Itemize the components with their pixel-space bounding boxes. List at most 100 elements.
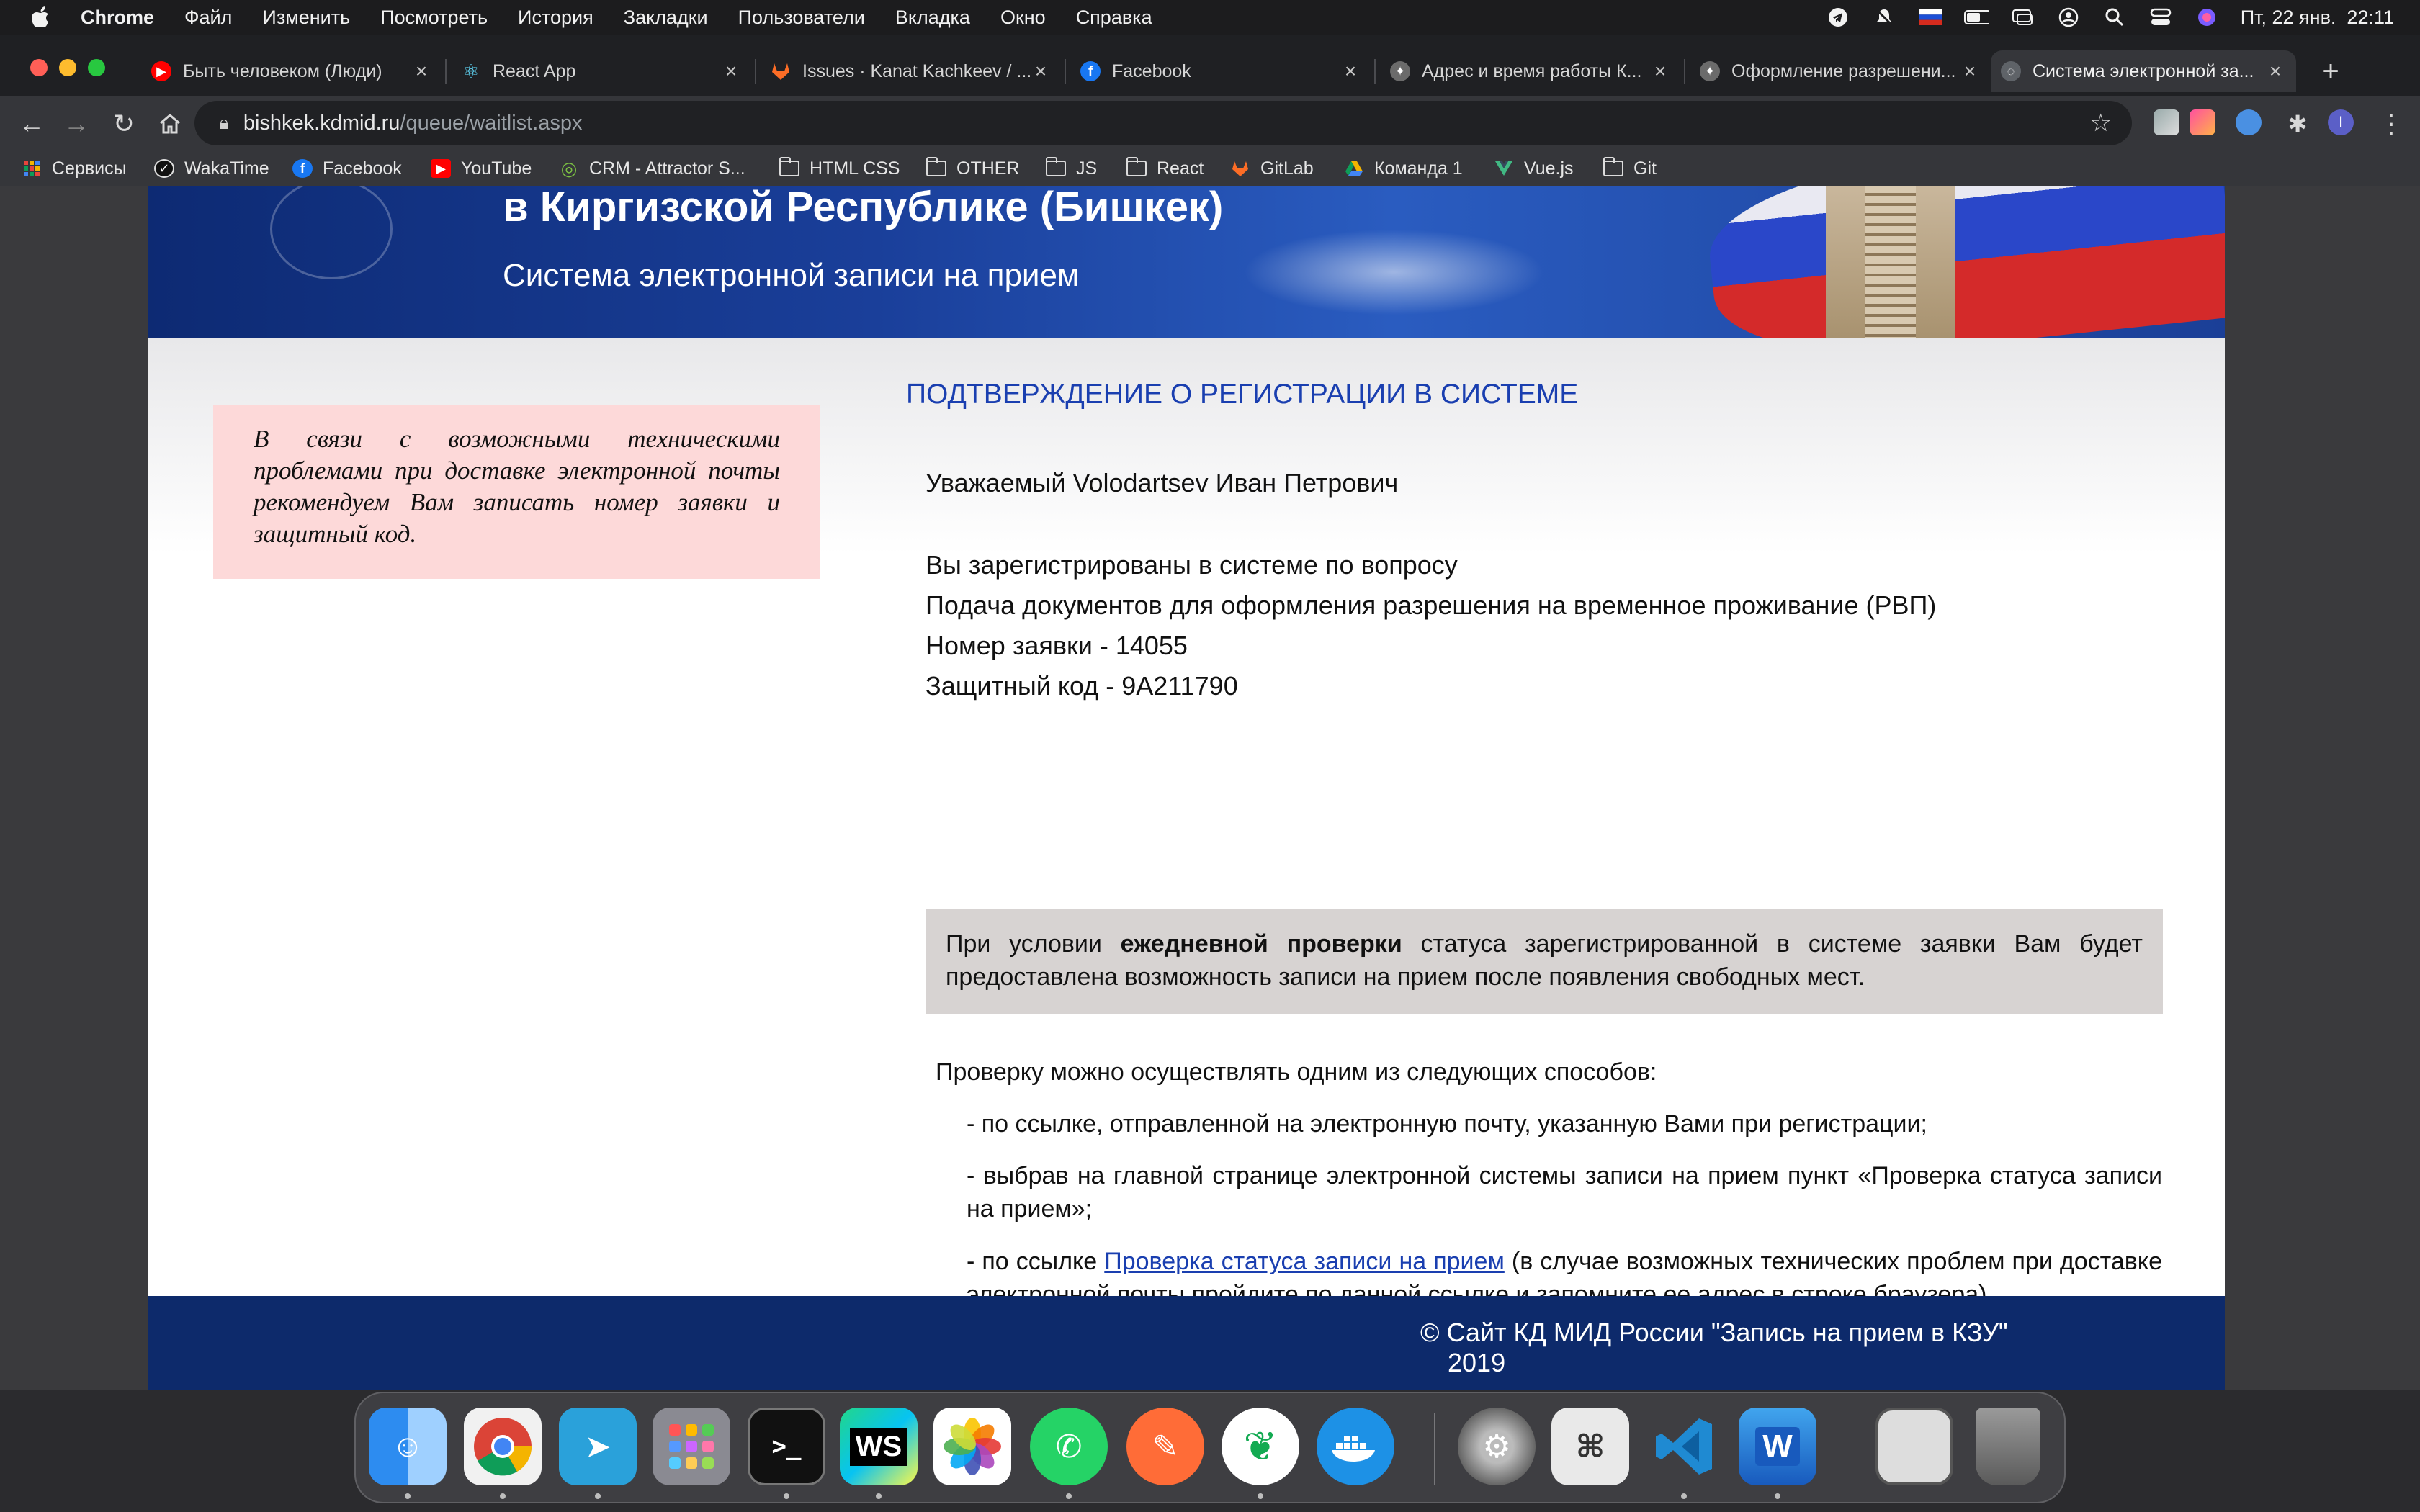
site-container: в Киргизской Республике (Бишкек) Система… — [148, 186, 2225, 1390]
running-indicator — [1258, 1493, 1263, 1499]
system-information-icon[interactable]: ⌘ — [1551, 1408, 1629, 1485]
spotlight-search-icon[interactable] — [2102, 7, 2127, 27]
menu-users[interactable]: Пользователи — [738, 6, 865, 29]
launchpad-icon[interactable] — [653, 1408, 730, 1485]
whatsapp-icon[interactable]: ✆ — [1030, 1408, 1108, 1485]
more-menu-icon[interactable]: ⋮ — [2374, 107, 2408, 141]
footer-line-2: 2019 — [1448, 1348, 1506, 1377]
profile-avatar[interactable]: I — [2328, 109, 2354, 135]
tab-youtube[interactable]: ▶ Быть человеком (Люди) × — [141, 50, 442, 92]
notifications-muted-icon[interactable] — [1872, 7, 1896, 27]
wakatime-icon: ✓ — [154, 159, 174, 178]
back-arrow-icon[interactable]: ← — [14, 107, 49, 141]
reload-icon[interactable]: ↻ — [107, 107, 141, 141]
zoom-window-button[interactable] — [88, 59, 105, 76]
close-tab-icon[interactable]: × — [411, 60, 432, 83]
mongodb-compass-icon[interactable]: ❦ — [1222, 1408, 1299, 1485]
tab-react-app[interactable]: ⚛ React App × — [451, 50, 752, 92]
menu-file[interactable]: Файл — [184, 6, 232, 29]
photos-icon[interactable] — [933, 1408, 1011, 1485]
menu-view[interactable]: Посмотреть — [380, 6, 488, 29]
siri-icon[interactable] — [2195, 7, 2219, 27]
technical-notice: В связи с возможными техническими пробле… — [213, 405, 820, 579]
globe-icon: ◌ — [2001, 61, 2021, 81]
bookmark-folder-react[interactable]: React — [1126, 151, 1204, 186]
lock-icon[interactable]: 🔒︎ — [219, 112, 229, 135]
telegram-icon[interactable]: ➤ — [559, 1408, 637, 1485]
chrome-icon[interactable] — [464, 1408, 542, 1485]
close-tab-icon[interactable]: × — [1649, 60, 1671, 83]
tab-title: Система электронной за... — [2033, 60, 2254, 81]
vscode-icon[interactable] — [1645, 1408, 1723, 1485]
tab-active-electronic-queue[interactable]: ◌ Система электронной за... × — [1991, 50, 2296, 92]
extension-circle-icon[interactable] — [2236, 109, 2262, 135]
tab-address-hours[interactable]: ✦ Адрес и время работы К... × — [1380, 50, 1681, 92]
menu-tab[interactable]: Вкладка — [895, 6, 970, 29]
finder-icon[interactable]: ☺ — [369, 1408, 447, 1485]
minimize-window-button[interactable] — [59, 59, 76, 76]
bookmark-folder-js[interactable]: JS — [1045, 151, 1098, 186]
bookmark-wakatime[interactable]: ✓ WakaTime — [154, 151, 269, 186]
docker-icon[interactable] — [1317, 1408, 1394, 1485]
menu-edit[interactable]: Изменить — [262, 6, 350, 29]
system-preferences-icon[interactable]: ⚙ — [1458, 1408, 1536, 1485]
close-tab-icon[interactable]: × — [1959, 60, 1981, 83]
webstorm-icon[interactable]: WS — [840, 1408, 918, 1485]
screen-mirroring-icon[interactable] — [2010, 7, 2035, 27]
battery-icon[interactable] — [1963, 7, 1989, 27]
input-language-flag-icon[interactable] — [1918, 7, 1942, 27]
tab-facebook[interactable]: f Facebook × — [1070, 50, 1371, 92]
bookmark-facebook[interactable]: f Facebook — [292, 151, 402, 186]
apple-menu-icon[interactable] — [29, 4, 55, 30]
close-tab-icon[interactable]: × — [2264, 60, 2286, 83]
menu-bar-clock[interactable]: Пт, 22 янв. 22:11 — [2241, 6, 2394, 29]
check-status-link[interactable]: Проверка статуса записи на прием — [1104, 1248, 1505, 1275]
recent-document-thumbnail-icon[interactable] — [1876, 1408, 1953, 1485]
tab-title: Адрес и время работы К... — [1422, 60, 1642, 81]
menu-help[interactable]: Справка — [1076, 6, 1152, 29]
bookmark-team-1[interactable]: Команда 1 — [1344, 151, 1463, 186]
application-number: Номер заявки - 14055 — [926, 631, 1188, 660]
trash-icon[interactable] — [1976, 1408, 2040, 1485]
tab-gitlab-issues[interactable]: Issues · Kanat Kachkeev / ... × — [761, 50, 1062, 92]
banner-subtitle: Система электронной записи на прием — [503, 258, 1080, 293]
home-icon[interactable] — [153, 107, 187, 141]
forward-arrow-icon[interactable]: → — [59, 107, 94, 141]
tab-title: Оформление разрешени... — [1731, 60, 1956, 81]
bookmark-gitlab[interactable]: GitLab — [1230, 151, 1314, 186]
user-account-icon[interactable] — [2056, 7, 2081, 27]
close-tab-icon[interactable]: × — [1030, 60, 1052, 83]
info-bold-phrase: ежедневной проверки — [1120, 930, 1402, 958]
bookmark-folder-git[interactable]: Git — [1603, 151, 1657, 186]
close-tab-icon[interactable]: × — [1340, 60, 1361, 83]
terminal-icon[interactable]: >_ — [748, 1408, 825, 1485]
address-bar[interactable]: 🔒︎ bishkek.kdmid.ru/queue/waitlist.aspx … — [194, 101, 2132, 145]
close-tab-icon[interactable]: × — [720, 60, 742, 83]
postman-icon[interactable]: ✎ — [1126, 1408, 1204, 1485]
new-tab-button[interactable]: + — [2311, 50, 2351, 92]
page-viewport[interactable]: в Киргизской Республике (Бишкек) Система… — [0, 186, 2420, 1390]
bookmark-crm-attractor[interactable]: ◎ CRM - Attractor S... — [559, 151, 745, 186]
ministry-building-image — [1826, 186, 1955, 338]
control-center-icon[interactable] — [2148, 7, 2173, 27]
menu-app-name[interactable]: Chrome — [81, 6, 154, 29]
bookmark-folder-other[interactable]: OTHER — [926, 151, 1020, 186]
bookmark-label: JS — [1076, 158, 1098, 179]
bookmark-youtube[interactable]: ▶ YouTube — [431, 151, 532, 186]
bookmark-folder-html-css[interactable]: HTML CSS — [779, 151, 900, 186]
bookmark-vuejs[interactable]: Vue.js — [1494, 151, 1574, 186]
telegram-status-icon[interactable] — [1826, 7, 1850, 27]
bookmark-label: Vue.js — [1524, 158, 1574, 179]
menu-history[interactable]: История — [518, 6, 593, 29]
vue-icon — [1494, 159, 1514, 178]
extension-color-icon[interactable] — [2190, 109, 2215, 135]
menu-bookmarks[interactable]: Закладки — [624, 6, 708, 29]
menu-window[interactable]: Окно — [1000, 6, 1046, 29]
extensions-puzzle-icon[interactable]: ✱ — [2280, 107, 2315, 141]
bookmark-services[interactable]: Сервисы — [22, 151, 127, 186]
bookmark-star-icon[interactable]: ☆ — [2090, 109, 2112, 138]
extension-pencil-icon[interactable] — [2154, 109, 2179, 135]
microsoft-word-icon[interactable]: W — [1739, 1408, 1816, 1485]
tab-permit-registration[interactable]: ✦ Оформление разрешени... × — [1690, 50, 1991, 92]
close-window-button[interactable] — [30, 59, 48, 76]
